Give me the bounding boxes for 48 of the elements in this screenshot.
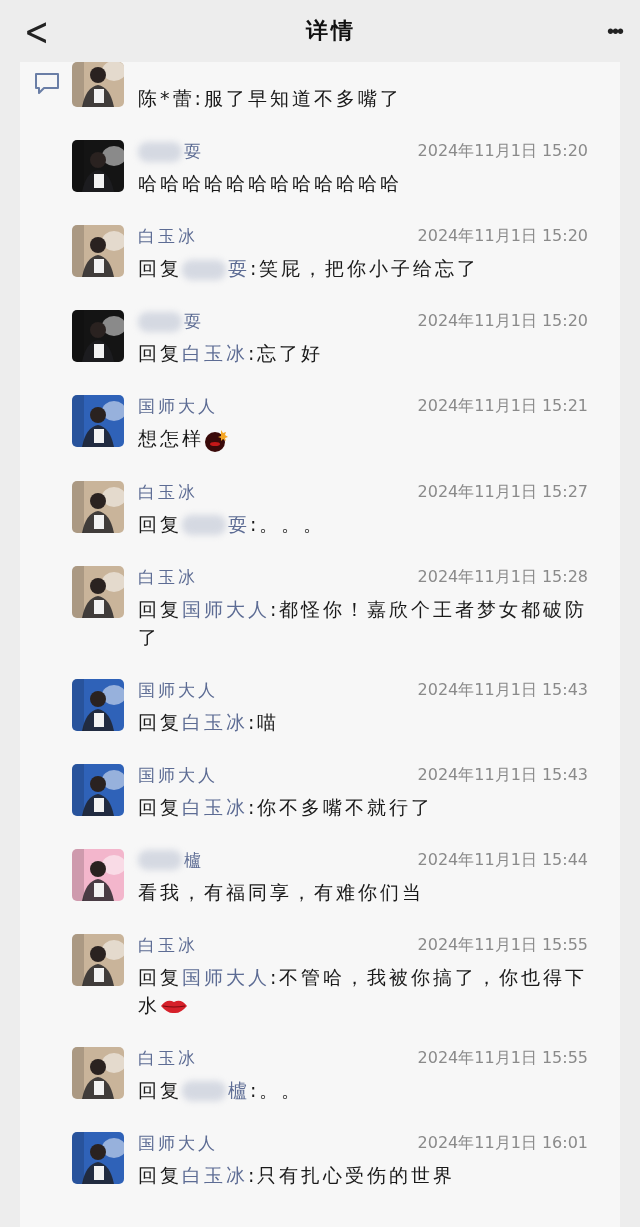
comment-icon[interactable] [34, 72, 60, 96]
comment-time: 2024年11月1日 15:20 [417, 141, 588, 162]
blurred-name [138, 141, 182, 162]
comment-time: 2024年11月1日 15:43 [417, 679, 588, 701]
comment-text: 回复 耍:笑屁，把你小子给忘了 [138, 256, 481, 282]
comment-text: 回复 耍:。。。 [138, 511, 327, 537]
lips-icon [160, 998, 188, 1014]
comment-text: 回复 白玉冰:你不多嘴不就行了 [138, 794, 435, 820]
back-button[interactable]: < [18, 8, 56, 54]
comment-time: 2024年11月1日 15:55 [417, 1047, 588, 1069]
comment-text: 回复 白玉冰:喵 [138, 709, 281, 735]
comment-text: 想怎样 [138, 424, 588, 453]
comment-text: 回复 白玉冰:忘了好 [138, 341, 325, 366]
comment-time: 2024年11月1日 15:44 [417, 849, 588, 871]
blurred-name [182, 515, 226, 535]
user-name[interactable]: 白玉冰 [138, 933, 198, 957]
comment-text: 回复 国师大人:都怪你！嘉欣个王者梦女都破防了 [138, 596, 588, 650]
comment-time: 2024年11月1日 15:20 [417, 311, 588, 332]
comment-text: 回复 櫨:。。 [138, 1077, 305, 1103]
page-title: 详情 [306, 17, 357, 45]
blurred-name [138, 311, 182, 332]
comment-time: 2024年11月1日 15:20 [417, 226, 588, 247]
blurred-name [182, 1081, 226, 1101]
user-name[interactable]: 国师大人 [138, 1131, 218, 1155]
user-name[interactable]: 白玉冰 [138, 1046, 198, 1070]
comment-text: 陈*蕾:服了早知道不多嘴了 [138, 86, 403, 111]
comment-time: 2024年11月1日 15:43 [417, 764, 588, 786]
more-button[interactable]: ••• [607, 19, 622, 43]
comment-text: 看我，有福同享，有难你们当 [138, 879, 425, 905]
user-name[interactable]: 国师大人 [138, 395, 218, 418]
user-name[interactable]: 国师大人 [138, 678, 218, 702]
blurred-name [138, 850, 182, 870]
user-name[interactable]: 白玉冰 [138, 565, 198, 589]
user-name[interactable]: 耍 [138, 310, 204, 333]
comment-time: 2024年11月1日 15:21 [417, 396, 588, 417]
comment-time: 2024年11月1日 16:01 [417, 1132, 588, 1154]
user-name[interactable]: 白玉冰 [138, 225, 198, 248]
comment-time: 2024年11月1日 15:27 [417, 481, 588, 503]
user-name[interactable]: 櫨 [138, 848, 204, 872]
comment-time: 2024年11月1日 15:28 [417, 566, 588, 588]
user-name[interactable]: 白玉冰 [138, 480, 198, 504]
comment-text: 回复 国师大人:不管哈，我被你搞了，你也得下水 [138, 964, 588, 1018]
user-name[interactable]: 耍 [138, 140, 204, 163]
user-name[interactable]: 国师大人 [138, 763, 218, 787]
comment-time: 2024年11月1日 15:55 [417, 934, 588, 956]
comment-text: 回复 白玉冰:只有扎心受伤的世界 [138, 1162, 457, 1188]
blurred-name [182, 259, 226, 280]
comment-text: 哈哈哈哈哈哈哈哈哈哈哈哈 [138, 171, 403, 196]
